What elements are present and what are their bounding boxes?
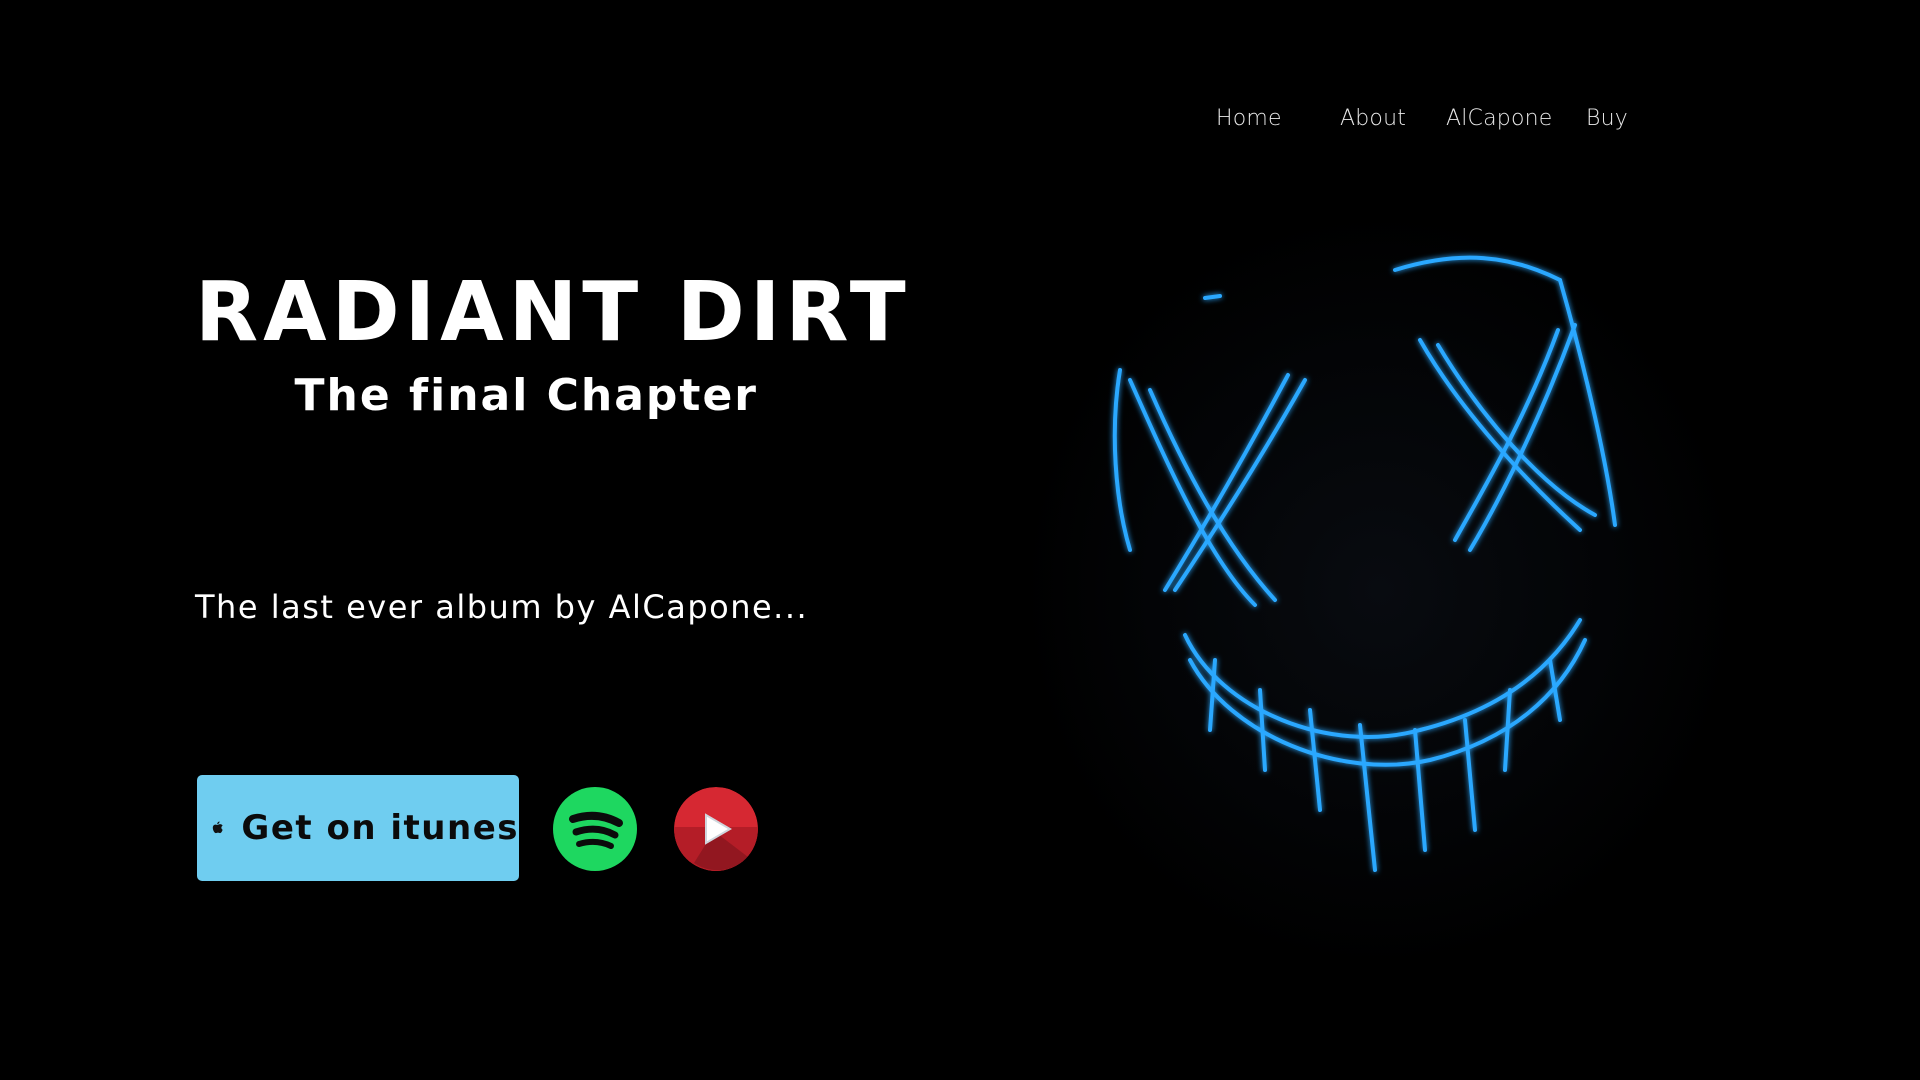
itunes-button[interactable]: Get on itunes xyxy=(197,775,519,881)
nav-item-about[interactable]: About xyxy=(1340,106,1406,131)
main-nav: Home About AlCapone Buy xyxy=(1200,106,1660,136)
nav-item-alcapone[interactable]: AlCapone xyxy=(1446,106,1553,131)
itunes-button-label: Get on itunes xyxy=(241,808,519,848)
youtube-button[interactable] xyxy=(674,787,758,871)
spotify-button[interactable] xyxy=(553,787,637,871)
neon-mask-image xyxy=(1020,210,1740,970)
play-icon xyxy=(674,787,758,871)
album-title: RADIANT DIRT xyxy=(195,265,911,360)
album-subtitle: The final Chapter xyxy=(294,370,758,421)
spotify-icon xyxy=(569,811,623,849)
album-tagline: The last ever album by AlCapone... xyxy=(195,588,809,626)
nav-item-home[interactable]: Home xyxy=(1216,106,1282,131)
nav-item-buy[interactable]: Buy xyxy=(1586,106,1628,131)
apple-icon xyxy=(212,821,223,834)
